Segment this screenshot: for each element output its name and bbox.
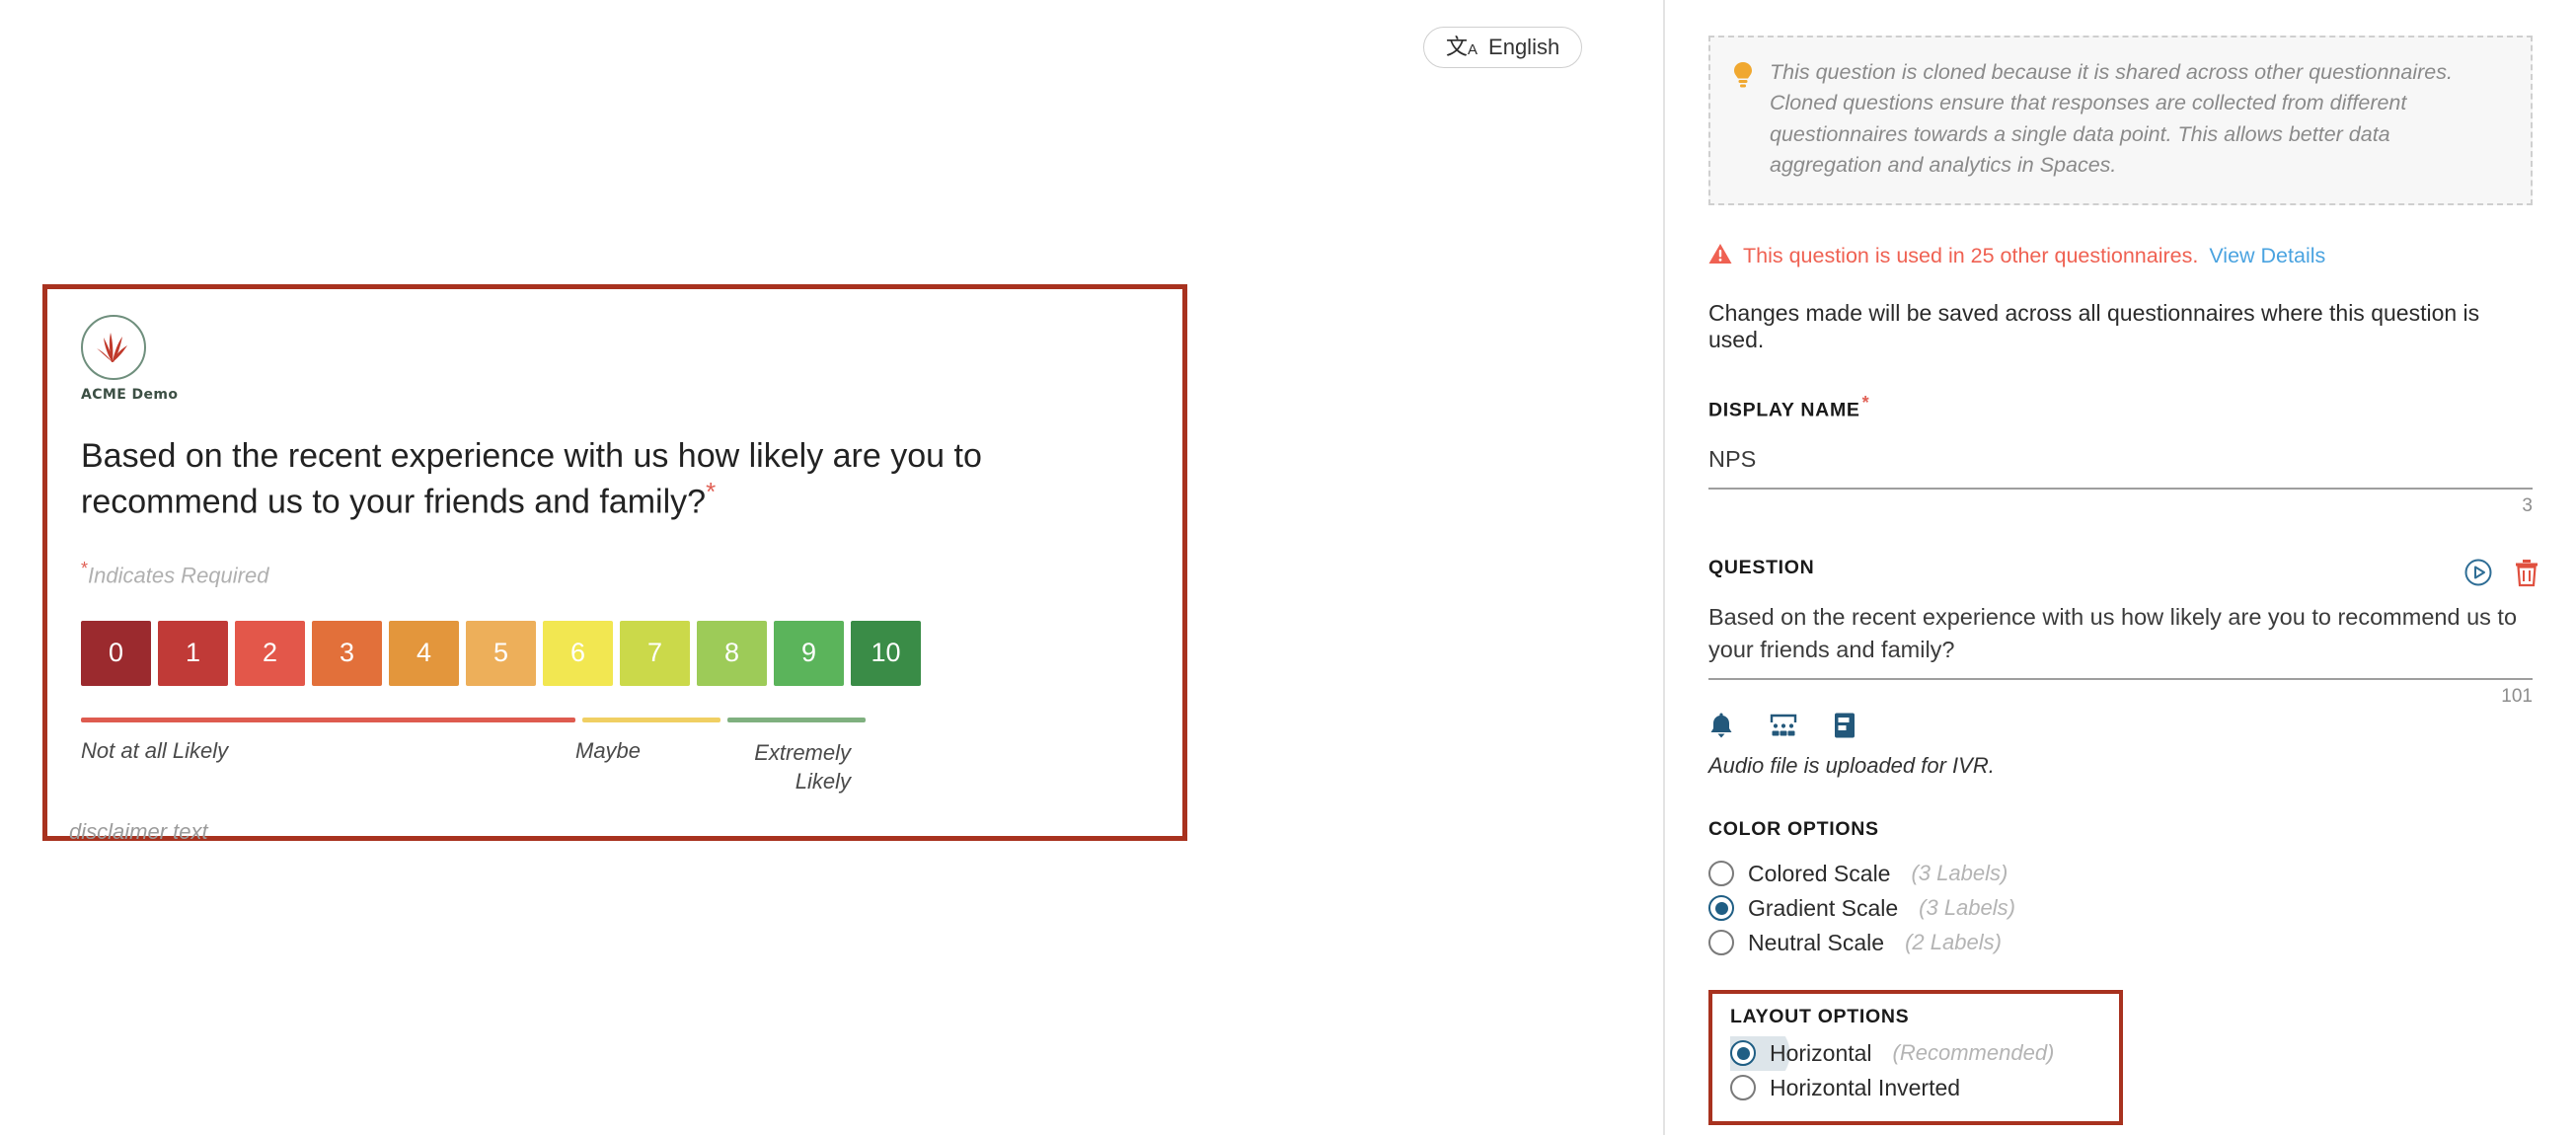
radio-icon[interactable]	[1708, 895, 1734, 922]
required-note-text: Indicates Required	[88, 563, 269, 588]
anchor-label-middle: Maybe	[575, 737, 642, 763]
layout-option-label: Horizontal Inverted	[1770, 1074, 1961, 1100]
color-scale-option-hint: (3 Labels)	[1911, 861, 2008, 886]
display-name-input[interactable]: NPS	[1708, 443, 2533, 476]
color-scale-option-label: Neutral Scale	[1748, 929, 1885, 955]
lightbulb-icon	[1732, 61, 1754, 96]
nps-scale-option-7[interactable]: 7	[620, 620, 690, 686]
nps-scale: 0 1 2 3 4 5 6 7 8 9 10	[81, 620, 1149, 686]
display-name-label: DISPLAY NAME *	[1708, 393, 2533, 422]
warning-triangle-icon	[1708, 243, 1732, 270]
layout-options-label: LAYOUT OPTIONS	[1730, 1005, 1910, 1027]
cloned-question-info-box: This question is cloned because it is sh…	[1708, 36, 2533, 205]
nps-scale-option-2[interactable]: 2	[235, 620, 305, 686]
color-scale-option-2[interactable]: Gradient Scale (3 Labels)	[1708, 891, 2533, 926]
passive-bar	[582, 717, 720, 722]
nps-scale-option-10[interactable]: 10	[851, 620, 921, 686]
layout-options-box: LAYOUT OPTIONS Horizontal (Recommended) Ho…	[1708, 989, 2123, 1125]
view-details-link[interactable]: View Details	[2209, 244, 2325, 268]
nps-scale-option-3[interactable]: 3	[312, 620, 382, 686]
form-icon[interactable]	[1833, 712, 1856, 739]
nps-scale-option-1[interactable]: 1	[158, 620, 228, 686]
audio-upload-note: Audio file is uploaded for IVR.	[1708, 752, 1995, 778]
question-actions	[2463, 558, 2540, 587]
layout-option-1[interactable]: Horizontal (Recommended)	[1730, 1035, 2101, 1071]
nps-scale-option-6[interactable]: 6	[543, 620, 613, 686]
settings-pane: This question is cloned because it is sh…	[1665, 0, 2576, 1135]
required-note-asterisk: *	[81, 559, 89, 579]
preview-question-text: Based on the recent experience with us h…	[81, 437, 982, 521]
radio-icon[interactable]	[1708, 930, 1734, 956]
nps-scale-option-4[interactable]: 4	[389, 620, 459, 686]
color-scale-option-label: Colored Scale	[1748, 860, 1891, 886]
required-asterisk: *	[706, 477, 717, 507]
layout-options-group: Horizontal (Recommended) Horizontal Invert…	[1730, 1035, 2101, 1105]
keypad-icon[interactable]	[1770, 713, 1797, 738]
cloned-question-info-text: This question is cloned because it is sh…	[1770, 60, 2453, 178]
color-scale-option-1[interactable]: Colored Scale (3 Labels)	[1708, 857, 2533, 891]
detractor-bar	[81, 717, 575, 722]
bell-icon[interactable]	[1708, 712, 1734, 739]
color-scale-option-label: Gradient Scale	[1748, 894, 1899, 921]
language-label: English	[1488, 35, 1560, 59]
question-label: QUESTION	[1708, 556, 1815, 578]
acme-logo-icon	[81, 315, 146, 380]
display-name-required-asterisk: *	[1861, 392, 1870, 413]
question-preview-card: ACME Demo Based on the recent experience…	[42, 284, 1187, 841]
nps-segment-bars	[81, 717, 866, 722]
save-scope-note: Changes made will be saved across all qu…	[1708, 299, 2480, 352]
brand-name: ACME Demo	[81, 387, 179, 403]
question-tool-icons	[1708, 712, 2533, 739]
play-circle-icon[interactable]	[2463, 558, 2493, 587]
language-selector[interactable]: 文A English	[1423, 27, 1583, 68]
nps-anchor-labels: Not at all Likely Maybe Extremely Likely	[81, 738, 851, 796]
radio-icon[interactable]	[1730, 1075, 1756, 1101]
promoter-bar	[727, 717, 866, 722]
preview-pane: 文A English ACME Demo Based on the recent…	[0, 0, 1665, 1135]
nps-scale-option-9[interactable]: 9	[774, 620, 844, 686]
preview-question-title: Based on the recent experience with us h…	[81, 436, 1149, 523]
color-scale-option-hint: (3 Labels)	[1919, 895, 2015, 921]
display-name-char-count: 3	[2522, 494, 2533, 516]
color-scale-option-3[interactable]: Neutral Scale (2 Labels)	[1708, 926, 2533, 960]
question-input[interactable]: Based on the recent experience with us h…	[1708, 601, 2533, 666]
delete-trash-icon[interactable]	[2513, 558, 2540, 587]
brand-block: ACME Demo	[81, 315, 1149, 403]
layout-option-2[interactable]: Horizontal Inverted	[1730, 1071, 2101, 1105]
display-name-label-text: DISPLAY NAME	[1708, 399, 1860, 420]
required-note: *Indicates Required	[81, 559, 1149, 588]
nps-scale-option-5[interactable]: 5	[466, 620, 536, 686]
question-field[interactable]: Based on the recent experience with us h…	[1708, 601, 2533, 680]
question-char-count: 101	[2501, 685, 2533, 707]
radio-icon[interactable]	[1708, 861, 1734, 887]
radio-icon[interactable]	[1730, 1040, 1756, 1067]
nps-scale-option-8[interactable]: 8	[697, 620, 767, 686]
nps-scale-option-0[interactable]: 0	[81, 620, 151, 686]
usage-warning: This question is used in 25 other questi…	[1708, 243, 2533, 270]
question-field-wrap: Based on the recent experience with us h…	[1708, 559, 2538, 680]
anchor-label-right: Extremely Likely	[754, 739, 851, 794]
color-options-label: COLOR OPTIONS	[1708, 817, 1879, 840]
layout-option-hint: (Recommended)	[1892, 1040, 2055, 1066]
layout-option-label: Horizontal	[1770, 1039, 1872, 1066]
display-name-field[interactable]: NPS	[1708, 443, 2533, 490]
anchor-label-left: Not at all Likely	[81, 737, 229, 763]
usage-warning-text: This question is used in 25 other questi…	[1743, 244, 2199, 267]
translate-icon: 文A	[1446, 35, 1478, 59]
disclaimer-text: disclaimer text	[69, 819, 208, 844]
color-options-group: Colored Scale (3 Labels) Gradient Scale (3 …	[1708, 857, 2533, 960]
color-scale-option-hint: (2 Labels)	[1905, 930, 2002, 955]
page-root: 文A English ACME Demo Based on the recent…	[0, 0, 2576, 1135]
